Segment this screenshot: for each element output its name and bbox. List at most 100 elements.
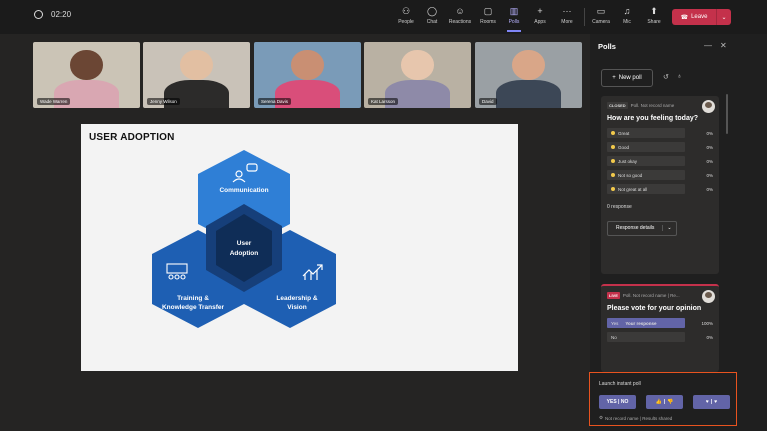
participant-video-face — [70, 49, 103, 80]
participant-video-face — [180, 49, 213, 80]
poll-option: Good 0% — [601, 140, 719, 154]
participant-name: David — [479, 98, 497, 105]
close-icon[interactable]: ✕ — [720, 41, 727, 50]
chevron-down-icon[interactable]: ⌄ — [662, 225, 675, 231]
poll-option: Great 0% — [601, 126, 719, 140]
participant-tile[interactable]: Serena Davis — [254, 42, 361, 108]
settings-icon[interactable]: ⚙ — [599, 415, 603, 421]
share-icon: ⬆ — [650, 6, 658, 16]
apps-icon: + — [537, 6, 543, 16]
poll-option-percent: 0% — [706, 144, 713, 150]
leave-label: Leave — [691, 14, 708, 20]
participant-video-face — [291, 49, 324, 80]
participant-name: Jenny Wilson — [147, 98, 180, 105]
poll-option: Just okay 0% — [601, 154, 719, 168]
poll-status-badge: LIVE — [607, 292, 620, 299]
leave-button[interactable]: ☎ Leave ⌄ — [672, 9, 731, 25]
participant-tile[interactable]: David — [475, 42, 582, 108]
communication-label: Communication — [219, 187, 268, 194]
emoji-icon — [611, 173, 615, 177]
mic-icon: ♫ — [623, 6, 631, 16]
meeting-toolbar: 02:20 ⚇ People ◯ Chat ☺ Reactions ▢ Room… — [0, 0, 767, 34]
polls-panel-title: Polls — [598, 42, 616, 51]
poll-option-percent: 100% — [701, 320, 713, 326]
training-label-line2: Knowledge Transfer — [162, 304, 225, 311]
poll-status-badge: CLOSED — [607, 102, 628, 109]
avatar — [702, 290, 715, 303]
participant-video-face — [512, 49, 545, 80]
participant-name: Serena Davis — [258, 98, 292, 105]
live-poll-card: LIVE Poll. Not record name | Re... Pleas… — [601, 284, 719, 372]
participant-name: Kat Larsson — [368, 98, 399, 105]
launch-instant-poll-section: Launch instant poll YES | NO 👍 | 👎 ♥ | ♥ ⚙ N… — [589, 372, 737, 426]
poll-option-percent: 0% — [706, 334, 713, 340]
poll-question: How are you feeling today? — [607, 115, 699, 122]
poll-option[interactable]: No 0% — [601, 330, 719, 344]
launch-instant-poll-title: Launch instant poll — [599, 381, 641, 387]
participant-video — [496, 80, 561, 108]
closed-poll-card: CLOSED Poll. Not record name How are you… — [601, 96, 719, 274]
recording-status-icon — [34, 10, 43, 19]
leadership-label-line1: Leadership & — [276, 295, 317, 302]
people-icon: ⚇ — [401, 6, 411, 16]
poll-option-percent: 0% — [706, 172, 713, 178]
chat-icon: ◯ — [426, 6, 438, 16]
timer-text: 02:20 — [51, 10, 72, 19]
new-poll-button[interactable]: + New poll — [601, 69, 653, 87]
leave-options-chevron-icon[interactable]: ⌄ — [716, 9, 731, 25]
phone-hangup-icon: ☎ — [680, 14, 689, 21]
more-icon: ··· — [562, 6, 572, 16]
poll-option-percent: 0% — [706, 186, 713, 192]
thumbs-up-icon: 👍 — [655, 399, 662, 405]
lightbulb-icon[interactable]: ♁ — [677, 73, 682, 81]
thumbs-poll-button[interactable]: 👍 | 👎 — [646, 395, 683, 409]
your-response-tag: Your response — [625, 320, 657, 326]
history-icon[interactable]: ↺ — [663, 73, 669, 81]
leadership-label-line2: Vision — [287, 304, 306, 311]
poll-meta: Poll. Not record name | Re... — [622, 293, 680, 298]
center-label-line2: Adoption — [230, 250, 259, 257]
avatar — [702, 100, 715, 113]
participant-video-face — [401, 49, 434, 80]
yes-no-poll-button[interactable]: YES | NO — [599, 395, 636, 409]
poll-question: Please vote for your opinion — [607, 305, 702, 312]
thumbs-down-icon: 👎 — [667, 399, 674, 405]
emoji-icon — [611, 131, 615, 135]
center-label-line1: User — [237, 240, 252, 247]
plus-icon: + — [612, 75, 616, 81]
collapse-icon[interactable]: — — [704, 41, 712, 50]
emoji-icon — [611, 159, 615, 163]
poll-option[interactable]: Yes Your response 100% — [601, 316, 719, 330]
panel-scrollbar[interactable] — [726, 94, 728, 134]
shared-slide: USER ADOPTION Communication User Adoptio… — [81, 124, 518, 371]
instant-poll-footer: Not record name | Results shared — [605, 415, 673, 421]
toolbar-more-button[interactable]: ··· More — [552, 6, 582, 25]
broken-heart-icon: ♥ — [714, 399, 718, 405]
reactions-icon: ☺ — [455, 6, 465, 16]
camera-icon: ▭ — [596, 6, 606, 16]
poll-option-percent: 0% — [706, 130, 713, 136]
toolbar-chat-button[interactable]: ◯ Chat — [417, 6, 447, 25]
participant-tile[interactable]: Jenny Wilson — [143, 42, 250, 108]
toolbar-mic-button[interactable]: ♫ Mic — [612, 6, 642, 25]
heart-poll-button[interactable]: ♥ | ♥ — [693, 395, 730, 409]
poll-option: Not so good 0% — [601, 168, 719, 182]
toolbar-reactions-button[interactable]: ☺ Reactions — [445, 6, 475, 25]
polls-icon: ▥ — [509, 6, 519, 16]
response-details-button[interactable]: Response details ⌄ — [607, 220, 677, 236]
poll-meta: Poll. Not record name — [630, 103, 675, 108]
toolbar-share-button[interactable]: ⬆ Share — [639, 6, 669, 25]
rooms-icon: ▢ — [483, 6, 493, 16]
poll-option-percent: 0% — [706, 158, 713, 164]
poll-option: Not great at all 0% — [601, 182, 719, 196]
participant-name: Wade Warren — [37, 98, 71, 105]
toolbar-apps-button[interactable]: + Apps — [525, 6, 555, 25]
meeting-timer: 02:20 — [34, 10, 71, 19]
participant-tile[interactable]: Kat Larsson — [364, 42, 471, 108]
training-label-line1: Training & — [177, 295, 209, 302]
heart-icon: ♥ — [705, 399, 709, 405]
hexagon-diagram: Communication User Adoption Training & K… — [152, 150, 336, 328]
response-count: 0 response — [607, 204, 632, 210]
emoji-icon — [611, 187, 615, 191]
participant-tile[interactable]: Wade Warren — [33, 42, 140, 108]
